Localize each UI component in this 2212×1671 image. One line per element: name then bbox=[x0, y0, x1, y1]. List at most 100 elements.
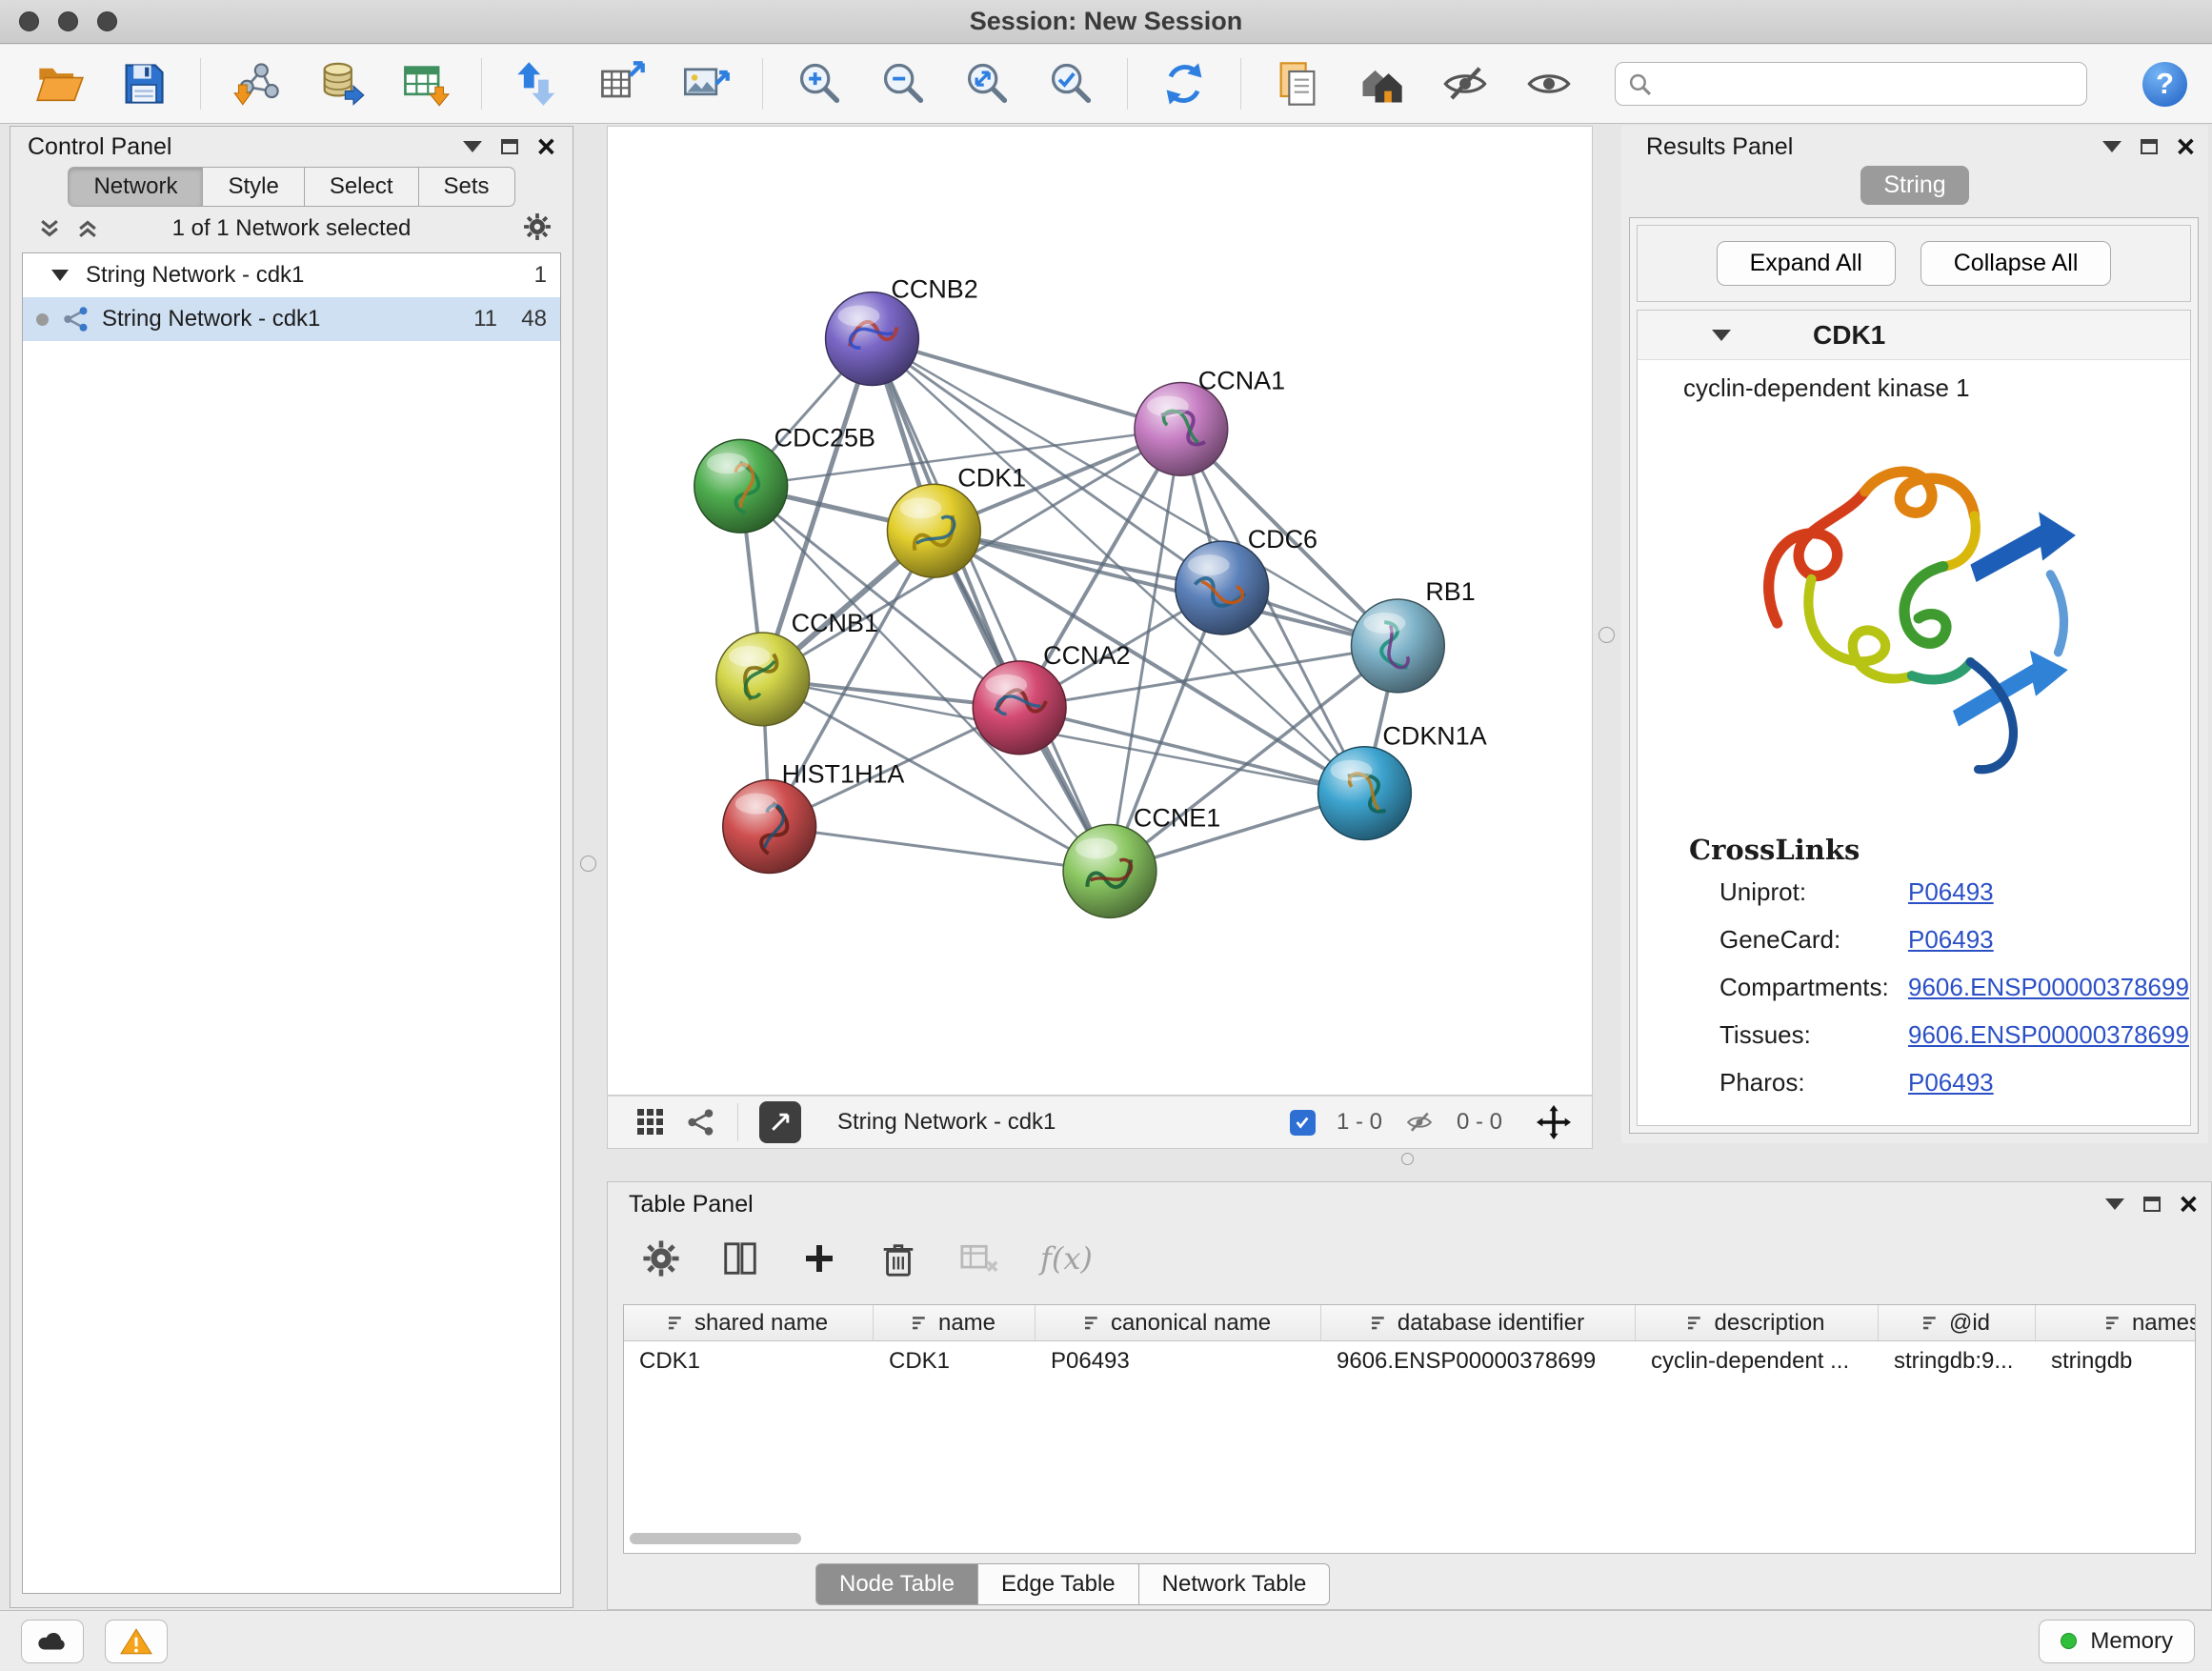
column-header[interactable]: shared name bbox=[624, 1305, 874, 1340]
cell-description[interactable]: cyclin-dependent ... bbox=[1636, 1348, 1879, 1375]
panel-float-icon[interactable] bbox=[2143, 1197, 2161, 1212]
network-edge-CCNB2-CCNA1[interactable] bbox=[872, 339, 1180, 430]
network-node-CDC25B[interactable] bbox=[694, 439, 788, 533]
home-button[interactable] bbox=[1354, 56, 1409, 111]
zoom-out-button[interactable] bbox=[875, 56, 931, 111]
network-node-CDC6[interactable] bbox=[1176, 541, 1269, 634]
memory-button[interactable]: Memory bbox=[2039, 1620, 2195, 1663]
network-node-CDKN1A[interactable] bbox=[1318, 747, 1412, 840]
network-node-CCNE1[interactable] bbox=[1063, 825, 1156, 918]
network-node-CCNB2[interactable] bbox=[826, 292, 919, 386]
hide-elements-button[interactable] bbox=[1438, 56, 1493, 111]
collection-expander-icon[interactable] bbox=[51, 270, 69, 281]
network-node-HIST1H1A[interactable] bbox=[723, 780, 816, 874]
search-input[interactable] bbox=[1615, 62, 2087, 106]
help-button[interactable]: ? bbox=[2142, 62, 2187, 107]
string-tab[interactable]: String bbox=[1860, 166, 1969, 205]
panel-menu-icon[interactable] bbox=[2105, 1198, 2124, 1210]
compartments-link[interactable]: 9606.ENSP00000378699 bbox=[1908, 973, 2189, 1002]
hidden-eye-slash-icon[interactable] bbox=[1403, 1108, 1436, 1137]
clone-network-button[interactable] bbox=[594, 56, 650, 111]
vertical-splitter-handle[interactable] bbox=[1599, 627, 1615, 643]
expand-all-button[interactable]: Expand All bbox=[1717, 241, 1896, 286]
cell-id[interactable]: stringdb:9... bbox=[1879, 1348, 2036, 1375]
cell-shared-name[interactable]: CDK1 bbox=[624, 1348, 874, 1375]
collapse-section-icon[interactable] bbox=[1712, 330, 1731, 341]
import-network-database-button[interactable] bbox=[313, 56, 369, 111]
network-view-canvas[interactable]: CCNB2CCNA1CDC25BCDK1CDC6RB1CCNB1CCNA2CDK… bbox=[607, 126, 1593, 1096]
scrollbar-thumb[interactable] bbox=[630, 1533, 801, 1544]
panel-float-icon[interactable] bbox=[501, 139, 518, 154]
zoom-in-button[interactable] bbox=[792, 56, 847, 111]
pharos-link[interactable]: P06493 bbox=[1908, 1068, 1994, 1097]
network-row-selected[interactable]: String Network - cdk1 11 48 bbox=[23, 297, 560, 341]
panel-menu-icon[interactable] bbox=[463, 141, 482, 152]
new-network-from-selection-button[interactable] bbox=[511, 56, 566, 111]
panel-close-icon[interactable]: × bbox=[2177, 134, 2195, 159]
add-column-icon[interactable] bbox=[800, 1239, 838, 1278]
network-node-CCNA2[interactable] bbox=[973, 661, 1066, 755]
horizontal-splitter-handle[interactable] bbox=[1401, 1153, 1414, 1165]
crosslink-label: GeneCard: bbox=[1719, 925, 1908, 955]
horizontal-scrollbar[interactable] bbox=[630, 1533, 1030, 1548]
import-network-file-button[interactable] bbox=[230, 56, 285, 111]
tab-node-table[interactable]: Node Table bbox=[815, 1563, 978, 1605]
tab-sets[interactable]: Sets bbox=[419, 167, 515, 207]
column-header[interactable]: database identifier bbox=[1321, 1305, 1636, 1340]
cloud-button[interactable] bbox=[21, 1620, 84, 1663]
open-in-new-window-button[interactable] bbox=[759, 1101, 801, 1143]
network-edge-CCNB2-CCNE1[interactable] bbox=[872, 339, 1110, 872]
network-node-CCNB1[interactable] bbox=[716, 633, 810, 726]
tab-network-table[interactable]: Network Table bbox=[1139, 1563, 1331, 1605]
tab-network[interactable]: Network bbox=[68, 167, 203, 207]
protein-card-header[interactable]: CDK1 bbox=[1638, 311, 2190, 360]
birdseye-grid-icon[interactable] bbox=[636, 1108, 665, 1137]
export-image-button[interactable] bbox=[678, 56, 734, 111]
column-header[interactable]: @id bbox=[1879, 1305, 2036, 1340]
delete-column-trash-icon[interactable] bbox=[878, 1238, 918, 1278]
show-elements-button[interactable] bbox=[1521, 56, 1577, 111]
collapse-all-button[interactable]: Collapse All bbox=[1920, 241, 2112, 286]
warnings-button[interactable] bbox=[105, 1620, 168, 1663]
selected-checkbox-icon[interactable] bbox=[1290, 1110, 1316, 1136]
tab-select[interactable]: Select bbox=[305, 167, 419, 207]
uniprot-link[interactable]: P06493 bbox=[1908, 877, 1994, 907]
network-node-CDK1[interactable] bbox=[887, 484, 980, 577]
import-table-button[interactable] bbox=[397, 56, 452, 111]
table-panel-title: Table Panel bbox=[629, 1191, 754, 1218]
cell-database-identifier[interactable]: 9606.ENSP00000378699 bbox=[1321, 1348, 1636, 1375]
panel-close-icon[interactable]: × bbox=[2180, 1192, 2198, 1217]
vertical-splitter-handle[interactable] bbox=[580, 856, 596, 872]
show-columns-icon[interactable] bbox=[720, 1238, 760, 1278]
cell-namespace[interactable]: stringdb bbox=[2036, 1348, 2196, 1375]
table-options-gear-icon[interactable] bbox=[642, 1239, 680, 1278]
column-header[interactable]: name bbox=[874, 1305, 1036, 1340]
pan-crosshair-icon[interactable] bbox=[1537, 1105, 1571, 1139]
network-share-icon[interactable] bbox=[686, 1107, 716, 1137]
refresh-view-button[interactable] bbox=[1156, 56, 1212, 111]
save-session-button[interactable] bbox=[116, 56, 171, 111]
sort-icon bbox=[669, 1315, 685, 1331]
cell-name[interactable]: CDK1 bbox=[874, 1348, 1036, 1375]
panel-float-icon[interactable] bbox=[2141, 139, 2158, 154]
network-node-RB1[interactable] bbox=[1351, 599, 1444, 693]
zoom-selected-button[interactable] bbox=[1043, 56, 1098, 111]
genecard-link[interactable]: P06493 bbox=[1908, 925, 1994, 955]
tab-edge-table[interactable]: Edge Table bbox=[978, 1563, 1139, 1605]
open-session-button[interactable] bbox=[32, 56, 88, 111]
zoom-fit-button[interactable] bbox=[959, 56, 1015, 111]
function-builder-button[interactable]: f(x) bbox=[1040, 1240, 1093, 1277]
column-header[interactable]: canonical name bbox=[1036, 1305, 1321, 1340]
column-header[interactable]: description bbox=[1636, 1305, 1879, 1340]
cell-canonical-name[interactable]: P06493 bbox=[1036, 1348, 1321, 1375]
network-collection-row[interactable]: String Network - cdk1 1 bbox=[23, 253, 560, 297]
network-edge-HIST1H1A-CCNE1[interactable] bbox=[770, 827, 1110, 872]
table-row[interactable]: CDK1 CDK1 P06493 9606.ENSP00000378699 cy… bbox=[624, 1341, 2195, 1381]
tab-style[interactable]: Style bbox=[203, 167, 304, 207]
panel-menu-icon[interactable] bbox=[2102, 141, 2122, 152]
panel-close-icon[interactable]: × bbox=[537, 134, 555, 159]
document-pages-button[interactable] bbox=[1270, 56, 1325, 111]
column-header[interactable]: namespace bbox=[2036, 1305, 2196, 1340]
network-node-CCNA1[interactable] bbox=[1135, 382, 1228, 475]
tissues-link[interactable]: 9606.ENSP00000378699 bbox=[1908, 1020, 2189, 1050]
